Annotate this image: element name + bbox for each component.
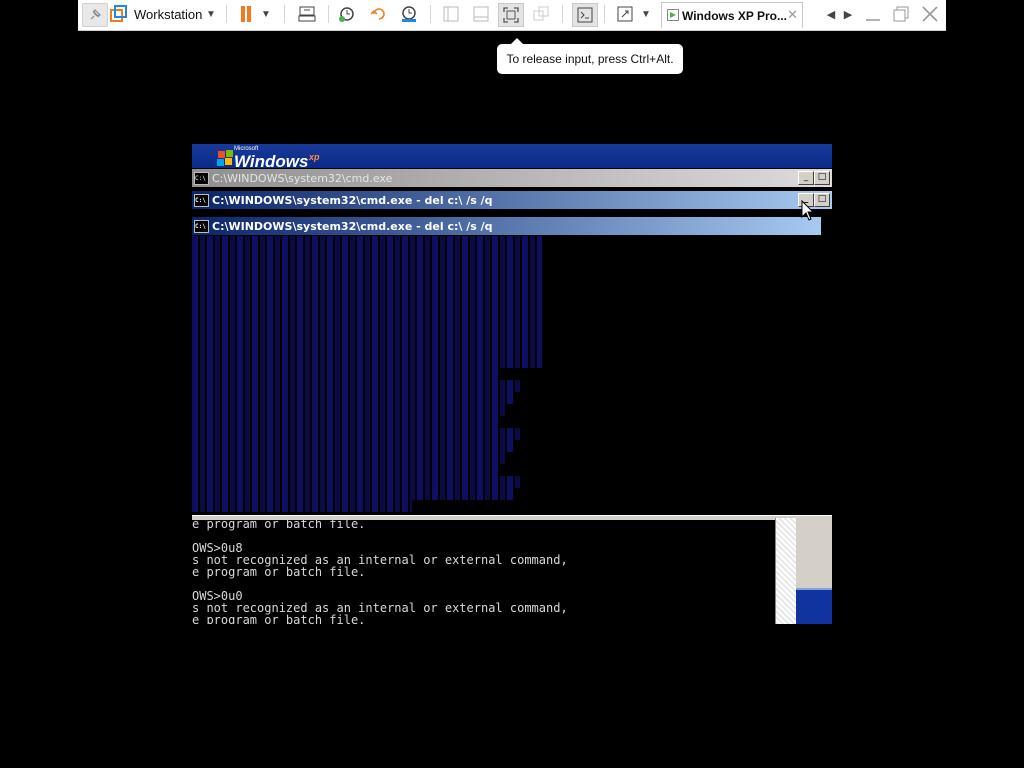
workstation-logo-icon <box>110 3 128 25</box>
smeared-output-row <box>192 452 506 464</box>
chevron-down-icon[interactable]: ▼ <box>204 3 218 25</box>
smeared-output-row <box>192 332 542 344</box>
window-title: C:\WINDOWS\system32\cmd.exe <box>212 171 393 185</box>
window-title: C:\WINDOWS\system32\cmd.exe - del c:\ /s… <box>212 193 493 207</box>
smeared-output-row <box>192 440 514 452</box>
smeared-output-row <box>192 284 542 296</box>
flag-green <box>226 150 233 157</box>
thumbnail-view-icon[interactable] <box>470 3 492 25</box>
smeared-output-row <box>192 368 498 380</box>
console-line: e program or batch file. <box>192 613 366 624</box>
background-window-edge-blue <box>796 588 832 624</box>
flag-red <box>218 151 225 158</box>
illegible-deletion-output <box>192 236 821 516</box>
tab-label: Windows XP Pro... <box>682 8 788 23</box>
cmd-window-titlebar-inactive[interactable]: C:\ C:\WINDOWS\system32\cmd.exe _ □ <box>192 169 832 187</box>
window-title: C:\WINDOWS\system32\cmd.exe - del c:\ /s… <box>212 219 493 233</box>
console-output: e program or batch file. OWS>0u8 s not re… <box>192 518 775 624</box>
snapshot-icon[interactable] <box>336 3 358 25</box>
chevron-down-icon[interactable]: ▼ <box>260 3 272 25</box>
smeared-output-row <box>192 260 542 272</box>
smeared-output-row <box>192 236 542 248</box>
release-input-tooltip: To release input, press Ctrl+Alt. <box>497 38 683 74</box>
vmware-toolbar: Workstation ▼ ▼ ▼ Windows XP Pro... ✕ ◀ <box>78 0 946 31</box>
smeared-output-row <box>192 404 506 416</box>
chevron-left-icon[interactable]: ◀ <box>824 3 838 25</box>
smeared-output-row <box>192 308 542 320</box>
smeared-output-row <box>192 488 514 500</box>
toolbar-divider <box>328 5 329 23</box>
cmd-icon: C:\ <box>194 171 209 185</box>
smeared-output-row <box>192 320 542 332</box>
smeared-output-row <box>192 500 412 512</box>
revert-icon[interactable] <box>368 3 390 25</box>
library-view-icon[interactable] <box>440 3 462 25</box>
maximize-button[interactable]: □ <box>814 193 830 207</box>
chevron-right-icon[interactable]: ▶ <box>841 3 855 25</box>
toolbar-divider <box>604 5 605 23</box>
smeared-output-row <box>192 476 522 488</box>
console-line: e program or batch file. <box>192 565 366 579</box>
smeared-output-row <box>192 380 522 392</box>
toolbar-divider <box>226 5 227 23</box>
smeared-output-row <box>192 272 542 284</box>
smeared-output-row <box>192 416 498 428</box>
guest-screen[interactable]: Microsoft Windows xp C:\ C:\WINDOWS\syst… <box>192 144 832 624</box>
minimize-button[interactable]: _ <box>798 171 814 185</box>
cmd-window-titlebar-active[interactable]: C:\ C:\WINDOWS\system32\cmd.exe - del c:… <box>192 191 832 209</box>
fullscreen-view-icon[interactable] <box>498 3 524 27</box>
xp-suffix: xp <box>309 152 320 162</box>
toolbar-divider <box>430 5 431 23</box>
toolbar-divider <box>284 5 285 23</box>
product-menu-label[interactable]: Workstation <box>134 3 204 25</box>
flag-yellow <box>225 158 232 165</box>
unity-view-icon[interactable] <box>530 3 552 25</box>
xp-banner: Microsoft Windows xp <box>192 144 832 171</box>
cmd-window-titlebar-active[interactable]: C:\ C:\WINDOWS\system32\cmd.exe - del c:… <box>192 217 821 235</box>
maximize-button[interactable]: □ <box>814 171 830 185</box>
close-icon[interactable] <box>918 3 942 25</box>
smeared-output-row <box>192 464 498 476</box>
restore-icon[interactable] <box>890 3 912 25</box>
minimize-icon[interactable] <box>862 3 884 25</box>
fullscreen-icon[interactable] <box>614 3 636 25</box>
snapshot-manager-icon[interactable] <box>398 3 420 25</box>
close-icon[interactable]: ✕ <box>787 7 798 23</box>
flag-blue <box>217 159 224 166</box>
pin-icon[interactable] <box>82 3 108 27</box>
console-line: e program or batch file. <box>192 518 366 531</box>
smeared-output-row <box>192 392 514 404</box>
windows-xp-logo: Microsoft Windows xp <box>204 146 324 171</box>
tab-windows-xp[interactable]: Windows XP Pro... ✕ <box>661 2 803 28</box>
console-view-icon[interactable] <box>572 3 598 27</box>
smeared-output-row <box>192 296 542 308</box>
scrollbar[interactable] <box>775 518 796 624</box>
cmd-icon: C:\ <box>194 219 209 233</box>
mouse-cursor-icon <box>801 200 815 221</box>
pause-icon[interactable] <box>236 3 256 25</box>
vm-icon <box>667 9 679 21</box>
smeared-output-row <box>192 428 522 440</box>
smeared-output-row <box>192 344 542 356</box>
smeared-output-row <box>192 356 542 368</box>
smeared-output-row <box>192 248 542 260</box>
send-keys-icon[interactable] <box>296 3 318 25</box>
chevron-down-icon[interactable]: ▼ <box>640 3 652 25</box>
cmd-icon: C:\ <box>194 193 209 207</box>
toolbar-divider <box>562 5 563 23</box>
